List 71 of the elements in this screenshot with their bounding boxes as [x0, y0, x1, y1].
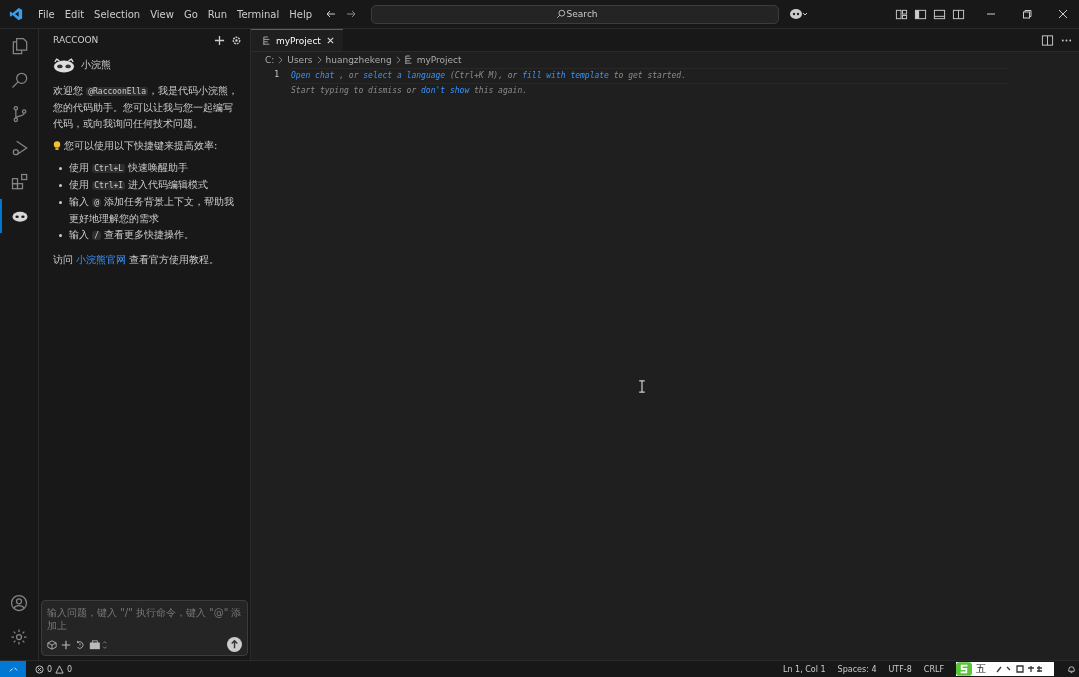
chevron-icon [316, 56, 322, 64]
hint-link[interactable]: Open chat [291, 71, 335, 80]
shortcut-tip: 使用 Ctrl+L 快速唤醒助手 [69, 161, 189, 175]
shortcut-tip: 使用 Ctrl+I 进入代码编辑模式 [69, 178, 209, 192]
layout-icon[interactable] [895, 7, 908, 21]
sidebar-toggle-icon[interactable] [914, 7, 927, 21]
forward-arrow-icon[interactable] [345, 8, 358, 20]
breadcrumb-item[interactable]: huangzhekeng [325, 55, 392, 65]
menu-item[interactable]: Selection [89, 8, 146, 20]
warning-count[interactable]: 0 [67, 664, 73, 674]
close-icon[interactable] [325, 36, 335, 45]
breadcrumb-item[interactable]: Users [287, 55, 313, 65]
search-icon [556, 8, 567, 19]
cube-icon[interactable] [47, 639, 57, 650]
menu-item[interactable]: Help [284, 8, 318, 20]
menu-item[interactable]: Go [178, 8, 203, 20]
menu-item[interactable]: File [33, 8, 60, 20]
send-icon[interactable] [227, 637, 242, 652]
error-icon[interactable] [35, 664, 44, 674]
status-item[interactable]: Ln 1, Col 1 [783, 664, 826, 674]
line-number: 1 [273, 69, 279, 81]
restore-icon[interactable] [1021, 8, 1033, 20]
shortcut-tip: 输入 / 查看更多快捷操作。 [69, 228, 195, 242]
back-arrow-icon[interactable] [325, 8, 338, 20]
welcome-message: 欢迎您 @RaccoonElla ，我是代码小浣熊，您的代码助手。您可以让我与您一起编写代码，或向我询问任何技术问题。 [53, 84, 239, 131]
breadcrumb-item[interactable]: C: [265, 55, 275, 65]
close-icon[interactable] [1057, 8, 1069, 20]
menu-item[interactable]: View [145, 8, 179, 20]
breadcrumb-item[interactable]: myProject [416, 55, 462, 65]
toolbox-icon[interactable] [89, 639, 109, 650]
menu-item[interactable]: Run [202, 8, 232, 20]
panel-toggle-icon[interactable] [933, 7, 946, 21]
vscode-logo-icon [9, 7, 23, 21]
text-cursor-icon [638, 380, 646, 393]
hint-link[interactable]: don't show [421, 86, 470, 95]
file-icon [263, 35, 271, 46]
settings-icon[interactable] [9, 627, 29, 647]
search-field[interactable]: Search [371, 4, 780, 24]
status-item[interactable]: Spaces: 4 [837, 664, 877, 674]
file-icon [404, 55, 413, 65]
split-layout-icon[interactable] [952, 7, 965, 21]
assistant-name: 小浣熊 [81, 58, 111, 72]
sidebar-title: RACCOON [53, 35, 99, 45]
account-icon[interactable] [9, 593, 29, 613]
hint-text: Open chat , or select a language (Ctrl+K M), or fill with template to get started. [291, 71, 686, 80]
error-count[interactable]: 0 [47, 664, 53, 674]
chevron-icon [395, 56, 401, 64]
menu-item[interactable]: Terminal [232, 8, 285, 20]
ime-logo-icon [956, 662, 972, 676]
raccoon-icon [53, 57, 75, 73]
website-link[interactable]: 小浣熊官网 [76, 254, 127, 265]
tip-text: 您可以使用以下快捷键来提高效率: [64, 139, 218, 153]
split-editor-icon[interactable] [1041, 33, 1054, 47]
history-icon[interactable] [75, 639, 85, 650]
warning-icon[interactable] [55, 664, 65, 674]
hint-text: Start typing to dismiss or don't show this again. [291, 86, 527, 95]
visit-message: 访问 小浣熊官网 查看官方使用教程。 [53, 253, 221, 267]
chevron-icon [278, 56, 284, 64]
status-item[interactable]: CRLF [923, 664, 944, 674]
plus-icon[interactable] [61, 639, 71, 650]
menu-item[interactable]: Edit [59, 8, 90, 20]
settings-icon[interactable] [231, 34, 242, 46]
hint-link[interactable]: fill with template [522, 71, 609, 80]
hint-link[interactable]: select a language [363, 71, 446, 80]
ime-toolbar[interactable]: 五 [956, 662, 1054, 676]
editor-tab[interactable]: myProject [251, 29, 343, 51]
status-item[interactable]: UTF-8 [888, 664, 912, 674]
shortcut-tip: 输入 @ 添加任务背景上下文，帮助我更好地理解您的需求 [69, 195, 236, 226]
lightbulb-icon [53, 140, 61, 152]
ime-mode[interactable]: 五 [976, 662, 986, 676]
plus-icon[interactable] [214, 34, 225, 46]
